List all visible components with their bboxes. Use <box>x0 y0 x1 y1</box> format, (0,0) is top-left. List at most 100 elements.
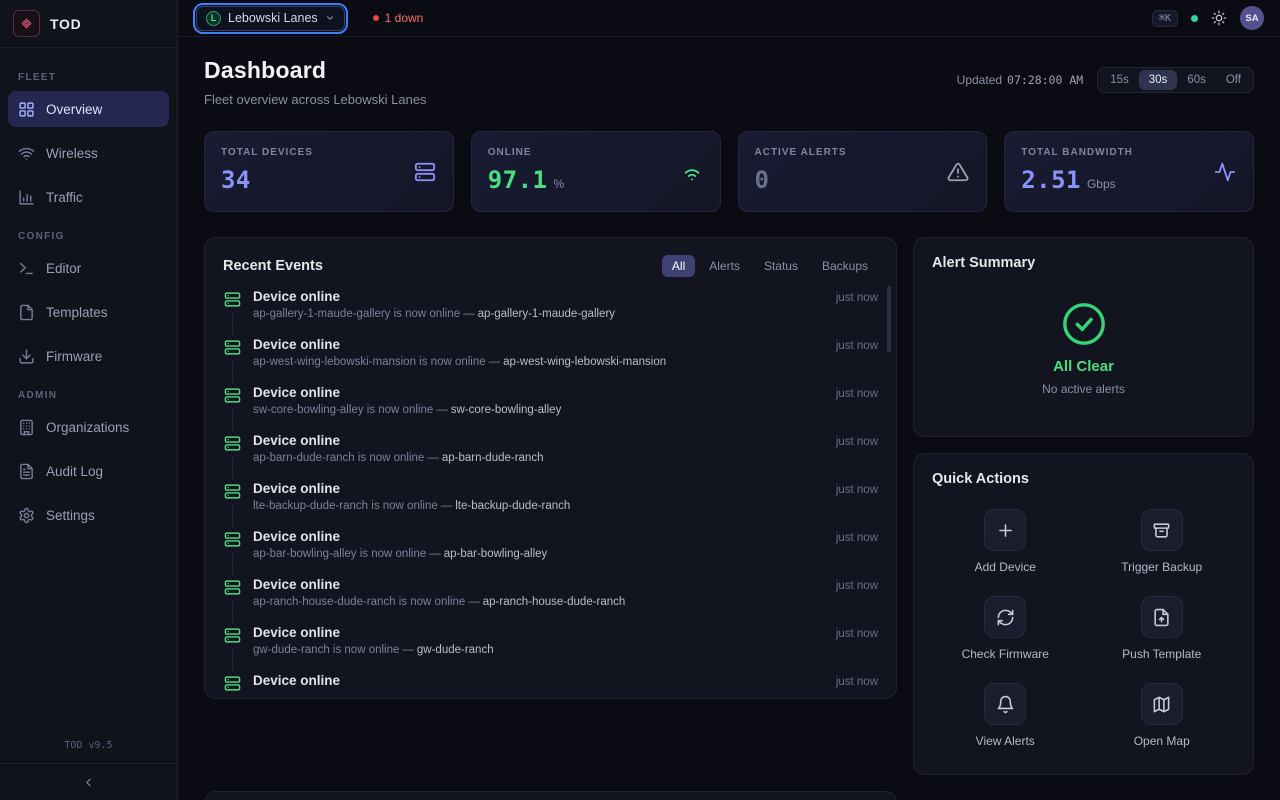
recent-events-card: Recent Events All Alerts Status Backups … <box>204 237 897 699</box>
sidebar-item-label: Settings <box>46 508 95 523</box>
server-icon <box>224 387 241 404</box>
terminal-icon <box>18 260 35 277</box>
refresh-option-15s[interactable]: 15s <box>1100 70 1139 90</box>
app-name: TOD <box>50 16 81 32</box>
events-scrollbar[interactable] <box>887 286 891 352</box>
app-version: TOD v9.5 <box>0 730 177 763</box>
archive-icon <box>1152 521 1171 540</box>
page-subtitle: Fleet overview across Lebowski Lanes <box>204 92 427 107</box>
sidebar-item-organizations[interactable]: Organizations <box>8 409 169 445</box>
quick-actions-card: Quick Actions Add Device Trigger Backup <box>913 453 1254 775</box>
quick-action-trigger-backup[interactable]: Trigger Backup <box>1089 509 1236 574</box>
event-row: Device online lte-backup-dude-ranch is n… <box>223 481 878 529</box>
sidebar-item-label: Templates <box>46 305 108 320</box>
event-title: Device online <box>253 433 824 448</box>
stat-label: ACTIVE ALERTS <box>755 147 971 158</box>
sidebar-item-audit-log[interactable]: Audit Log <box>8 453 169 489</box>
event-title: Device online <box>253 337 824 352</box>
event-row: Device online sw-core-bowling-alley is n… <box>223 385 878 433</box>
alert-summary-card: Alert Summary All Clear No active alerts <box>913 237 1254 437</box>
connection-status-dot <box>1191 15 1198 22</box>
sidebar-item-settings[interactable]: Settings <box>8 497 169 533</box>
refresh-option-60s[interactable]: 60s <box>1177 70 1216 90</box>
updated-time: 07:28:00 AM <box>1007 73 1083 87</box>
quick-action-label: Check Firmware <box>962 647 1049 661</box>
filter-backups[interactable]: Backups <box>812 255 878 277</box>
stat-cards-row: TOTAL DEVICES 34 ONLINE 97.1 % ACTIVE AL… <box>204 131 1254 212</box>
command-palette-shortcut[interactable]: ⌘K <box>1152 10 1178 27</box>
sidebar-item-label: Wireless <box>46 146 98 161</box>
quick-action-view-alerts[interactable]: View Alerts <box>932 683 1079 748</box>
filter-alerts[interactable]: Alerts <box>699 255 750 277</box>
event-row: Device online just now <box>223 673 878 697</box>
quick-action-push-template[interactable]: Push Template <box>1089 596 1236 661</box>
server-icon <box>224 291 241 308</box>
theme-toggle-button[interactable] <box>1211 10 1227 26</box>
page-header: Dashboard Fleet overview across Lebowski… <box>204 57 1254 107</box>
sidebar-item-traffic[interactable]: Traffic <box>8 179 169 215</box>
refresh-option-off[interactable]: Off <box>1216 70 1251 90</box>
event-title: Device online <box>253 673 824 688</box>
org-badge: L <box>206 11 221 26</box>
event-description: gw-dude-ranch is now online—gw-dude-ranc… <box>253 644 824 656</box>
alert-status-text: All Clear <box>1053 358 1114 375</box>
wifi-icon <box>681 161 703 183</box>
event-description: ap-bar-bowling-alley is now online—ap-ba… <box>253 548 824 560</box>
gear-icon <box>18 507 35 524</box>
server-icon <box>224 483 241 500</box>
main-area: L Lebowski Lanes 1 down ⌘K SA Dashboard … <box>178 0 1280 800</box>
quick-action-add-device[interactable]: Add Device <box>932 509 1079 574</box>
down-count-label: 1 down <box>385 11 424 25</box>
server-icon <box>224 627 241 644</box>
event-time: just now <box>836 673 878 697</box>
event-time: just now <box>836 625 878 673</box>
refresh-interval-control: 15s 30s 60s Off <box>1097 67 1254 93</box>
sidebar-item-editor[interactable]: Editor <box>8 250 169 286</box>
content: Dashboard Fleet overview across Lebowski… <box>178 37 1280 800</box>
event-time: just now <box>836 481 878 529</box>
event-filters: All Alerts Status Backups <box>662 255 878 277</box>
event-title: Device online <box>253 385 824 400</box>
event-row: Device online ap-ranch-house-dude-ranch … <box>223 577 878 625</box>
quick-action-check-firmware[interactable]: Check Firmware <box>932 596 1079 661</box>
devices-down-indicator[interactable]: 1 down <box>373 11 424 25</box>
event-description: lte-backup-dude-ranch is now online—lte-… <box>253 500 824 512</box>
org-name: Lebowski Lanes <box>228 11 318 25</box>
event-time: just now <box>836 385 878 433</box>
plus-icon <box>996 521 1015 540</box>
event-title: Device online <box>253 625 824 640</box>
sidebar-collapse-button[interactable] <box>0 763 177 800</box>
last-updated: Updated 07:28:00 AM <box>957 73 1084 87</box>
event-row: Device online gw-dude-ranch is now onlin… <box>223 625 878 673</box>
quick-action-open-map[interactable]: Open Map <box>1089 683 1236 748</box>
topbar-right: ⌘K SA <box>1152 6 1264 30</box>
down-dot-icon <box>373 15 379 21</box>
sidebar-item-firmware[interactable]: Firmware <box>8 338 169 374</box>
event-row: Device online ap-gallery-1-maude-gallery… <box>223 289 878 337</box>
quick-action-label: View Alerts <box>976 734 1035 748</box>
download-icon <box>18 348 35 365</box>
sidebar-item-label: Editor <box>46 261 81 276</box>
server-icon <box>414 161 436 183</box>
filter-all[interactable]: All <box>662 255 695 277</box>
stat-value: 34 <box>221 166 251 194</box>
sidebar-item-overview[interactable]: Overview <box>8 91 169 127</box>
wifi-icon <box>18 145 35 162</box>
event-description: ap-ranch-house-dude-ranch is now online—… <box>253 596 824 608</box>
sun-icon <box>1211 10 1227 26</box>
refresh-option-30s[interactable]: 30s <box>1139 70 1178 90</box>
quick-action-label: Trigger Backup <box>1121 560 1202 574</box>
sidebar-section-admin: ADMIN <box>18 390 159 401</box>
stat-value: 2.51 <box>1021 166 1081 194</box>
sidebar-section-fleet: FLEET <box>18 72 159 83</box>
filter-status[interactable]: Status <box>754 255 808 277</box>
event-description: ap-west-wing-lebowski-mansion is now onl… <box>253 356 824 368</box>
timeline-line <box>232 649 233 671</box>
sidebar-item-wireless[interactable]: Wireless <box>8 135 169 171</box>
event-row: Device online ap-bar-bowling-alley is no… <box>223 529 878 577</box>
timeline-line <box>232 457 233 479</box>
sidebar-item-templates[interactable]: Templates <box>8 294 169 330</box>
event-row: Device online ap-barn-dude-ranch is now … <box>223 433 878 481</box>
org-selector[interactable]: L Lebowski Lanes <box>196 6 345 31</box>
user-avatar[interactable]: SA <box>1240 6 1264 30</box>
